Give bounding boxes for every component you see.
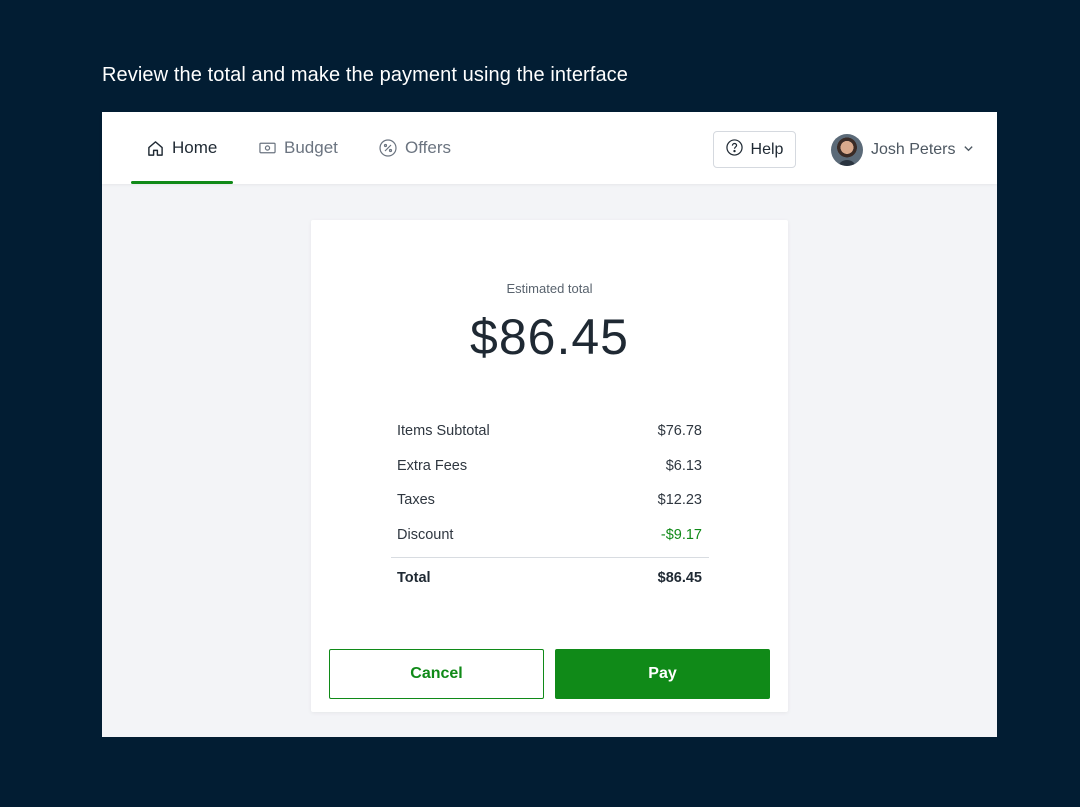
- top-nav: Home Budget Offers Help Josh Peters: [102, 112, 997, 184]
- line-item-label: Extra Fees: [397, 458, 468, 474]
- line-item-label: Items Subtotal: [397, 423, 490, 439]
- estimated-total-amount: $86.45: [470, 309, 629, 365]
- estimated-total-label: Estimated total: [506, 281, 593, 296]
- tab-offers-label: Offers: [405, 138, 451, 157]
- total-label: Total: [397, 570, 431, 586]
- line-item-taxes: Taxes $12.23: [397, 492, 702, 508]
- chevron-down-icon: [963, 141, 974, 159]
- divider: [391, 557, 709, 558]
- user-menu[interactable]: Josh Peters: [831, 133, 974, 166]
- line-item-label: Taxes: [397, 492, 435, 508]
- line-item-discount: Discount -$9.17: [397, 527, 702, 543]
- percent-icon: [379, 139, 397, 157]
- instruction-text: Review the total and make the payment us…: [102, 64, 629, 86]
- line-item-value: $6.13: [665, 458, 702, 474]
- total-value: $86.45: [657, 570, 702, 586]
- pay-button[interactable]: Pay: [555, 649, 770, 699]
- money-icon: [259, 141, 276, 155]
- cancel-button[interactable]: Cancel: [329, 649, 544, 699]
- user-name: Josh Peters: [871, 140, 956, 158]
- line-item-value: $76.78: [657, 423, 702, 439]
- total-row: Total $86.45: [397, 570, 702, 586]
- tab-budget-label: Budget: [284, 138, 338, 157]
- active-tab-indicator: [131, 181, 234, 184]
- help-label: Help: [750, 140, 784, 158]
- tab-offers[interactable]: Offers: [379, 112, 451, 184]
- line-item-label: Discount: [397, 527, 454, 543]
- tab-budget[interactable]: Budget: [259, 112, 338, 184]
- avatar: [831, 133, 863, 166]
- line-item-fees: Extra Fees $6.13: [397, 458, 702, 474]
- app-window: Home Budget Offers Help Josh Peters Esti…: [102, 112, 997, 737]
- question-icon: [725, 138, 743, 161]
- payment-summary-card: Estimated total $86.45 Items Subtotal $7…: [311, 220, 788, 712]
- line-item-value: $12.23: [657, 492, 702, 508]
- line-item-subtotal: Items Subtotal $76.78: [397, 423, 702, 439]
- line-item-value: -$9.17: [660, 527, 702, 543]
- tab-home[interactable]: Home: [131, 112, 234, 184]
- help-button[interactable]: Help: [713, 131, 796, 168]
- tab-home-label: Home: [172, 138, 218, 157]
- home-icon: [147, 140, 164, 157]
